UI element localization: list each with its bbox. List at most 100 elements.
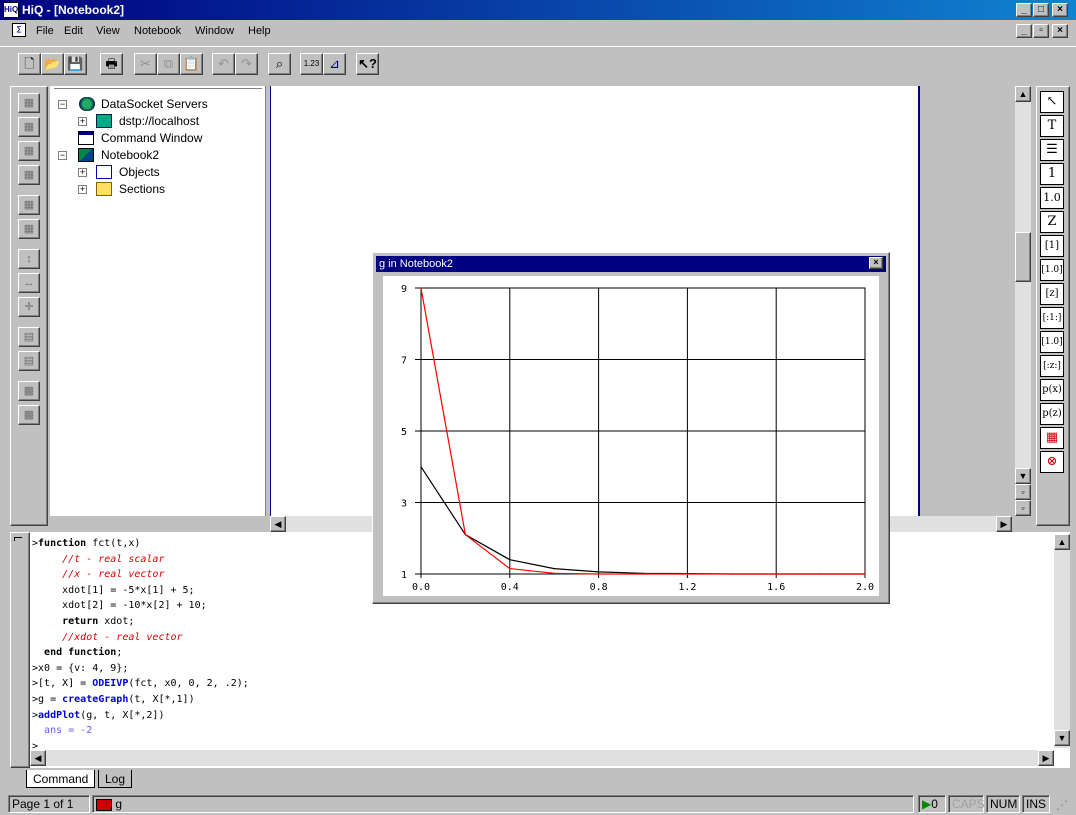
find-icon[interactable]: ⌕ [268,53,291,75]
cut-icon[interactable]: ✂ [134,53,157,75]
tool-11-icon[interactable]: ▤ [18,351,40,371]
graph-title-bar[interactable]: g in Notebook2 × [376,256,886,272]
tool-4-icon[interactable]: ▦ [18,165,40,185]
script-tool-icon[interactable]: ☰ [1040,139,1064,161]
tree-item-sections[interactable]: Sections [119,182,165,196]
help-icon[interactable]: ↖? [356,53,379,75]
doc-icon[interactable]: ∑ [12,23,26,37]
tool-7-icon[interactable]: ↕ [18,249,40,269]
doc-close-button[interactable]: × [1052,24,1068,38]
integer-scalar-icon[interactable]: 1 [1040,163,1064,185]
tool-6-icon[interactable]: ▦ [18,219,40,239]
text-tool-icon[interactable]: T [1040,115,1064,137]
toolbar: 🗋 📂 💾 🖶 ✂ ⧉ 📋 ↶ ↷ ⌕ 1.23 ⊿ ↖? [0,46,1076,82]
series-1-point [509,559,511,561]
graph-window[interactable]: g in Notebook2 × 0.0 0.4 0.8 1.2 1.6 2.0 1 3 5 7 9 [372,252,890,604]
size-grip-icon[interactable]: ⋰ [1056,798,1068,812]
tool-12-icon[interactable]: ▩ [18,381,40,401]
tool-9-icon[interactable]: ✛ [18,297,40,317]
tree-item-command-window[interactable]: Command Window [101,131,202,145]
cmd-scroll-up-icon[interactable]: ▲ [1054,534,1070,550]
page-down-icon[interactable]: ▫ [1015,500,1031,516]
complex-polynomial-icon[interactable]: p(z) [1040,403,1064,425]
scroll-right-icon[interactable]: ▶ [996,516,1012,532]
real-scalar-icon[interactable]: 1.0 [1040,187,1064,209]
graph-2d-icon[interactable]: ▦ [1040,427,1064,449]
numeric-icon[interactable]: 1.23 [300,53,323,75]
real-vector-icon[interactable]: [1.0] [1040,259,1064,281]
close-button[interactable]: × [1052,3,1068,17]
tool-2-icon[interactable]: ▦ [18,117,40,137]
expand-icon[interactable]: + [78,117,87,126]
doc-restore-button[interactable]: ▫ [1033,24,1049,38]
left-toolbar: ▦ ▦ ▦ ▦ ▦ ▦ ↕ ↔ ✛ ▤ ▤ ▩ ▩ [10,86,48,526]
undo-icon[interactable]: ↶ [212,53,235,75]
command-hscroll[interactable]: ◀ ▶ [30,750,1054,766]
graph-3d-icon[interactable]: ⊗ [1040,451,1064,473]
tree-item-localhost[interactable]: dstp://localhost [119,114,199,128]
scroll-left-icon[interactable]: ◀ [270,516,286,532]
menu-window[interactable]: Window [195,25,234,37]
collapse-icon[interactable]: − [58,100,67,109]
command-vscroll[interactable]: ▲ ▼ [1054,534,1070,748]
command-token: //t - real scalar [38,553,165,565]
real-matrix-icon[interactable]: [1.0] [1040,331,1064,353]
tab-log[interactable]: Log [98,770,133,788]
x-tick-label: 0.4 [501,582,519,593]
tool-10-icon[interactable]: ▤ [18,327,40,347]
print-icon[interactable]: 🖶 [100,53,123,75]
command-token: (g, t, X[*,2]) [80,709,165,721]
real-polynomial-icon[interactable]: p(x) [1040,379,1064,401]
minimize-button[interactable]: _ [1016,3,1032,17]
complex-scalar-icon[interactable]: Z [1040,211,1064,233]
expand-icon[interactable]: + [78,185,87,194]
integer-vector-icon[interactable]: [1] [1040,235,1064,257]
menu-notebook[interactable]: Notebook [134,25,181,37]
open-icon[interactable]: 📂 [41,53,64,75]
scroll-thumb[interactable] [1015,232,1031,282]
doc-minimize-button[interactable]: _ [1016,24,1032,38]
graph-close-button[interactable]: × [869,257,883,269]
status-page: Page 1 of 1 [8,795,90,813]
page-up-icon[interactable]: ▫ [1015,484,1031,500]
expand-icon[interactable]: + [78,168,87,177]
new-icon[interactable]: 🗋 [18,53,41,75]
graph-icon[interactable]: ⊿ [323,53,346,75]
complex-matrix-icon[interactable]: [:z:] [1040,355,1064,377]
save-icon[interactable]: 💾 [64,53,87,75]
plot-area[interactable]: 0.0 0.4 0.8 1.2 1.6 2.0 1 3 5 7 9 [383,276,879,596]
command-window-icon [78,131,94,145]
maximize-button[interactable]: □ [1033,3,1049,17]
command-token: xdot; [98,616,135,627]
tree-item-objects[interactable]: Objects [119,165,160,179]
redo-icon[interactable]: ↷ [235,53,258,75]
menu-help[interactable]: Help [248,25,271,37]
collapse-icon[interactable]: − [58,151,67,160]
scroll-up-icon[interactable]: ▲ [1015,86,1031,102]
copy-icon[interactable]: ⧉ [157,53,180,75]
tree-splitter[interactable] [54,88,262,92]
tree-item-datasocket[interactable]: DataSocket Servers [101,97,208,111]
tab-command[interactable]: Command [26,770,96,788]
tree-item-notebook2[interactable]: Notebook2 [101,148,159,162]
vertical-scrollbar[interactable]: ▲ ▼ ▫ ▫ [1015,86,1031,516]
title-bar[interactable]: HiQ HiQ - [Notebook2] _ □ × [0,0,1076,20]
select-arrow-icon[interactable]: ↖ [1040,91,1064,113]
menu-bar: ∑ File Edit View Notebook Window Help _ … [0,20,1076,42]
scroll-down-icon[interactable]: ▼ [1015,468,1031,484]
menu-view[interactable]: View [96,25,120,37]
tool-1-icon[interactable]: ▦ [18,93,40,113]
paste-icon[interactable]: 📋 [180,53,203,75]
tool-5-icon[interactable]: ▦ [18,195,40,215]
integer-matrix-icon[interactable]: [:1:] [1040,307,1064,329]
complex-vector-icon[interactable]: [z] [1040,283,1064,305]
menu-edit[interactable]: Edit [64,25,83,37]
menu-file[interactable]: File [36,25,54,37]
tool-8-icon[interactable]: ↔ [18,273,40,293]
cmd-scroll-left-icon[interactable]: ◀ [30,750,46,766]
cmd-scroll-right-icon[interactable]: ▶ [1038,750,1054,766]
cmd-scroll-down-icon[interactable]: ▼ [1054,730,1070,746]
tool-3-icon[interactable]: ▦ [18,141,40,161]
server-icon [96,114,112,128]
tool-13-icon[interactable]: ▩ [18,405,40,425]
